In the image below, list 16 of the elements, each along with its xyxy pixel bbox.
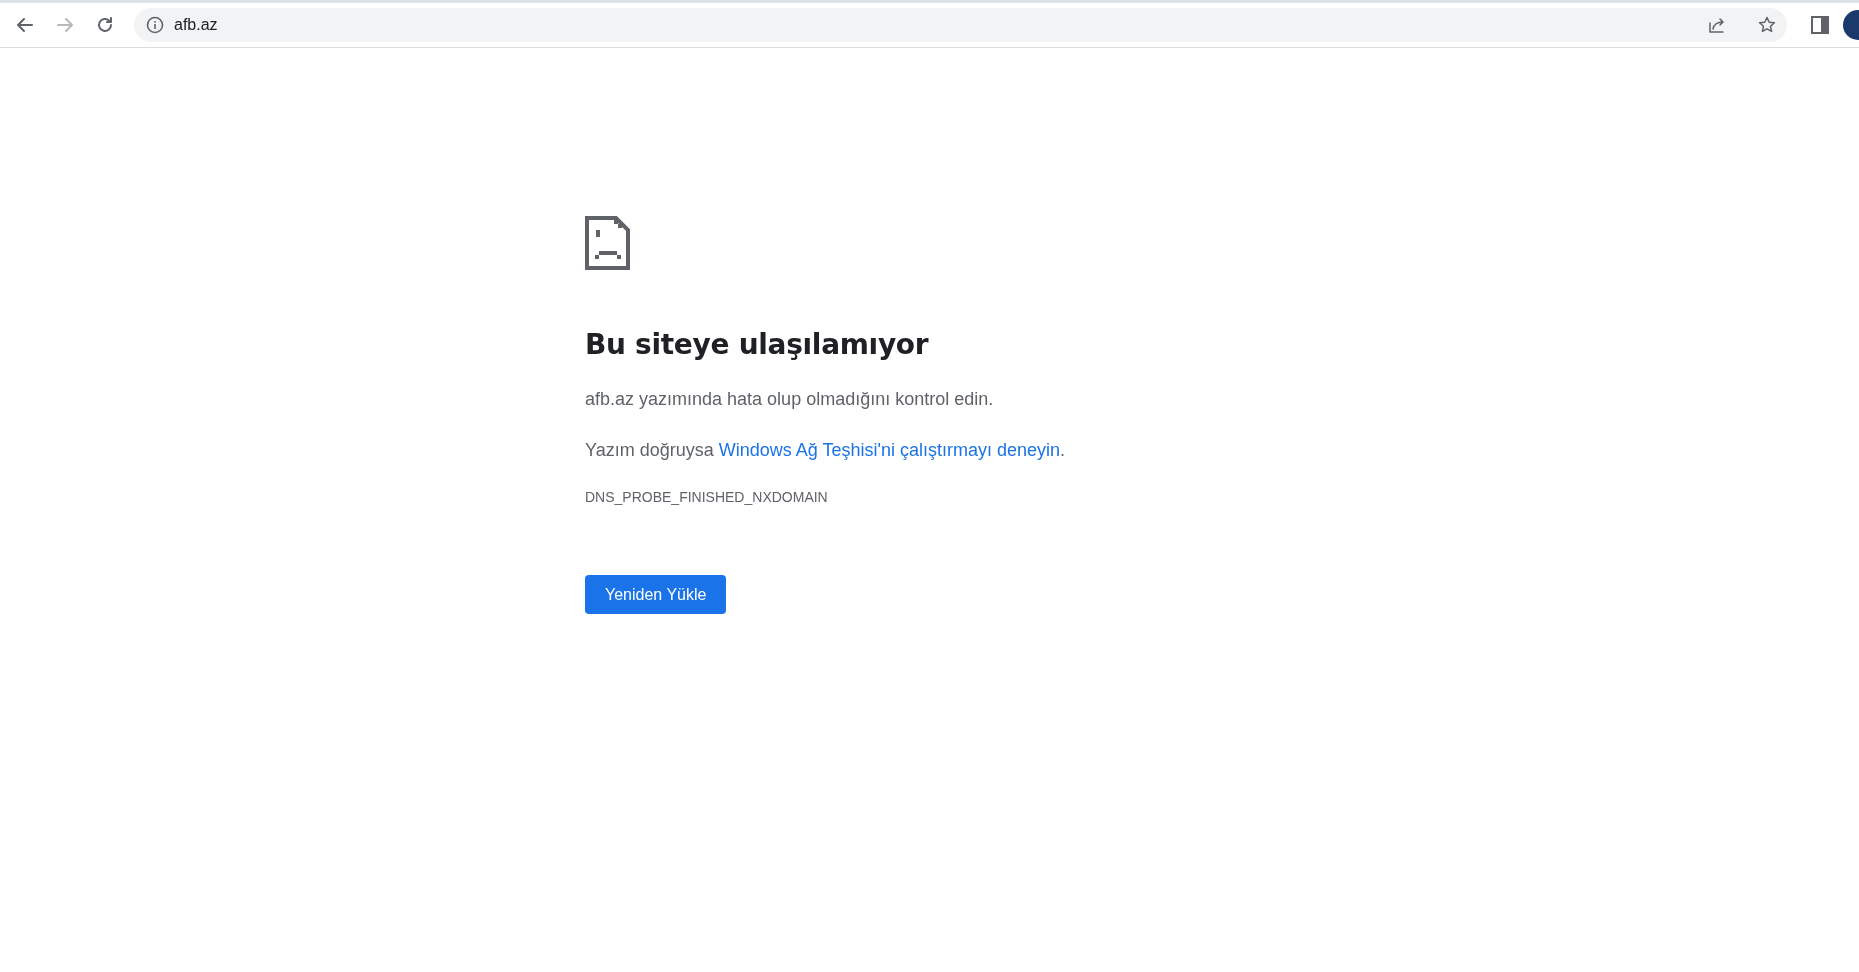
error-code: DNS_PROBE_FINISHED_NXDOMAIN (585, 489, 828, 505)
diagnostics-link[interactable]: Windows Ağ Teşhisi'ni çalıştırmayı deneyin (718, 440, 1060, 460)
reload-icon (95, 15, 115, 35)
side-panel-icon[interactable] (1811, 16, 1829, 34)
back-arrow-icon (15, 15, 35, 35)
address-bar[interactable]: afb.az (134, 8, 1787, 42)
reload-page-button[interactable]: Yeniden Yükle (585, 575, 727, 614)
url-text: afb.az (174, 16, 219, 34)
error-summary: afb.az yazımında hata olup olmadığını kontrol edin. (585, 389, 994, 410)
sad-page-icon (585, 216, 630, 270)
error-suggestion: Yazım doğruysa Windows Ağ Teşhisi'ni çalıştırmayı deneyin. (585, 440, 1065, 461)
forward-arrow-icon (55, 15, 75, 35)
share-icon[interactable] (1707, 15, 1727, 35)
error-title: Bu siteye ulaşılamıyor (585, 328, 929, 361)
star-icon[interactable] (1757, 15, 1777, 35)
info-icon[interactable] (146, 16, 164, 34)
